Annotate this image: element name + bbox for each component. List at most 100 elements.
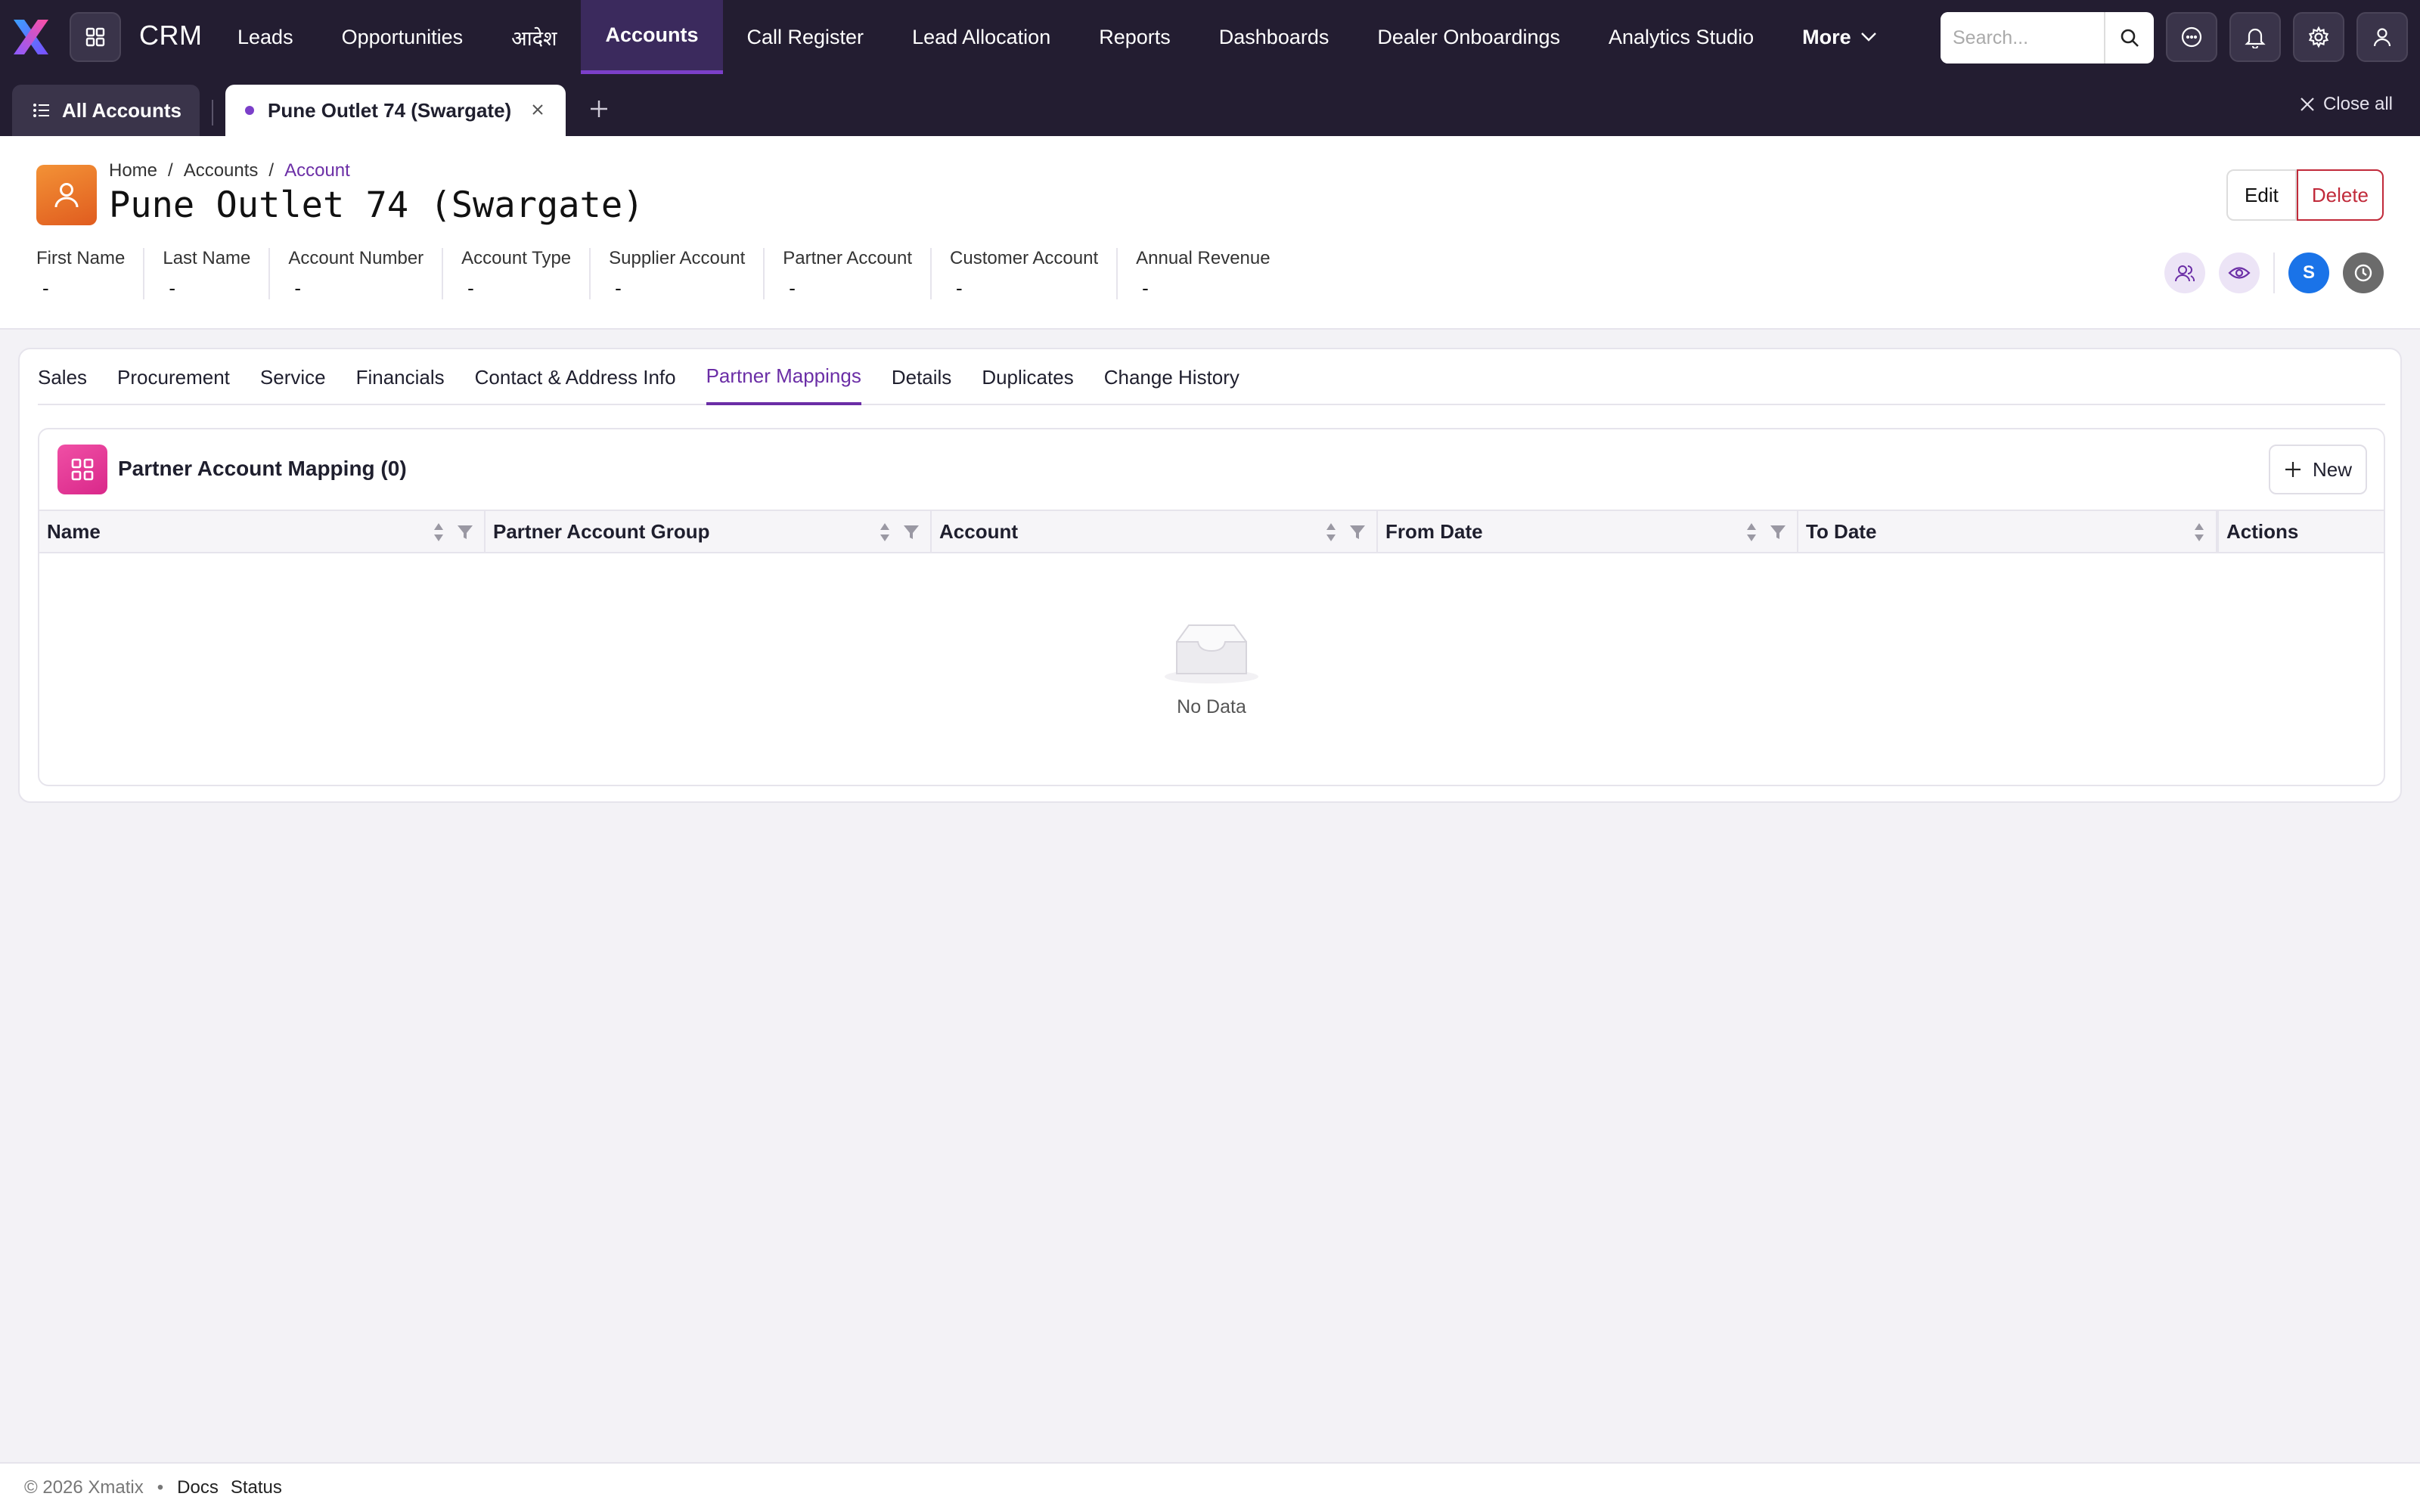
clock-icon (2354, 264, 2372, 282)
nav-item-dashboards[interactable]: Dashboards (1195, 0, 1354, 74)
nav-item-analytics-studio[interactable]: Analytics Studio (1584, 0, 1778, 74)
field-label: Customer Account (950, 248, 1099, 268)
breadcrumb-separator: / (168, 160, 173, 181)
delete-button[interactable]: Delete (2296, 169, 2384, 221)
tab-financials[interactable]: Financials (356, 349, 445, 405)
settings-button[interactable] (2293, 12, 2344, 62)
tab-service[interactable]: Service (260, 349, 326, 405)
nav-item-reports[interactable]: Reports (1075, 0, 1195, 74)
app-logo-icon[interactable] (11, 17, 51, 57)
breadcrumb-accounts[interactable]: Accounts (184, 160, 259, 181)
bell-icon (2245, 28, 2266, 48)
nav-item-dealer-onboardings[interactable]: Dealer Onboardings (1353, 0, 1584, 74)
empty-state-text: No Data (1177, 696, 1246, 717)
field-supplier-account: Supplier Account - (609, 248, 765, 299)
activity-history-button[interactable] (2343, 253, 2384, 293)
messages-button[interactable] (2166, 12, 2217, 62)
field-value: - (42, 277, 49, 299)
user-icon (54, 183, 79, 208)
page-title: Pune Outlet 74 (Swargate) (109, 184, 644, 226)
nav-item-call-register[interactable]: Call Register (723, 0, 889, 74)
field-account-number: Account Number - (288, 248, 444, 299)
assign-button[interactable] (2164, 253, 2205, 293)
document-tab-strip: All Accounts Pune Outlet 74 (Swargate) (0, 74, 2420, 136)
page-footer: © 2026 Xmatix • Docs Status (0, 1462, 2420, 1512)
filter-icon[interactable] (903, 524, 920, 541)
search-button[interactable] (2104, 12, 2154, 64)
tab-contact-address-info[interactable]: Contact & Address Info (475, 349, 676, 405)
main-nav: Leads Opportunities आदेश Accounts Call R… (213, 0, 1901, 74)
nav-item-lead-allocation[interactable]: Lead Allocation (888, 0, 1075, 74)
filter-icon[interactable] (1770, 524, 1786, 541)
tab-details[interactable]: Details (892, 349, 951, 405)
eye-icon (2228, 267, 2251, 279)
new-mapping-button[interactable]: New (2268, 445, 2367, 494)
partner-mapping-panel: Partner Account Mapping (0) New Name Par… (38, 428, 2385, 786)
sort-icon[interactable] (1325, 522, 1337, 543)
close-all-tabs-button[interactable]: Close all (2299, 94, 2393, 115)
field-value: - (615, 277, 622, 299)
column-header-actions: Actions (2219, 511, 2384, 552)
sort-icon[interactable] (433, 522, 445, 543)
breadcrumb-home[interactable]: Home (109, 160, 157, 181)
user-icon (2373, 28, 2391, 47)
tab-change-history[interactable]: Change History (1104, 349, 1239, 405)
close-icon (2301, 98, 2314, 111)
column-header-partner-account-group[interactable]: Partner Account Group (486, 511, 932, 552)
nav-item-leads[interactable]: Leads (213, 0, 318, 74)
search-icon (2121, 29, 2139, 47)
search-input[interactable] (1941, 12, 2104, 64)
tab-all-accounts-label: All Accounts (62, 98, 182, 122)
field-annual-revenue: Annual Revenue - (1136, 248, 1288, 299)
tab-all-accounts[interactable]: All Accounts (12, 85, 200, 136)
profile-button[interactable] (2356, 12, 2408, 62)
column-header-to-date[interactable]: To Date (1798, 511, 2219, 552)
tab-partner-mappings[interactable]: Partner Mappings (706, 349, 861, 405)
record-header: Home / Accounts / Account Pune Outlet 74… (0, 136, 2420, 330)
filter-icon[interactable] (1349, 524, 1366, 541)
add-tab-icon[interactable] (588, 98, 610, 119)
field-label: Account Number (288, 248, 424, 268)
tab-divider (212, 100, 213, 125)
app-name: CRM (139, 20, 203, 51)
tab-open-account[interactable]: Pune Outlet 74 (Swargate) (225, 85, 566, 136)
edit-button[interactable]: Edit (2226, 169, 2297, 221)
icon-divider (2273, 253, 2275, 293)
nav-more-menu[interactable]: More (1778, 0, 1901, 74)
column-label: Partner Account Group (493, 519, 710, 543)
nav-item-opportunities[interactable]: Opportunities (318, 0, 488, 74)
nav-item-accounts[interactable]: Accounts (581, 0, 723, 74)
account-avatar (36, 165, 97, 225)
notifications-button[interactable] (2229, 12, 2281, 62)
column-header-account[interactable]: Account (932, 511, 1378, 552)
column-header-from-date[interactable]: From Date (1378, 511, 1798, 552)
footer-link-status[interactable]: Status (231, 1477, 282, 1498)
follow-button[interactable] (2219, 253, 2260, 293)
field-value: - (789, 277, 796, 299)
field-label: First Name (36, 248, 126, 268)
chat-icon (2181, 26, 2202, 48)
user-avatar[interactable]: S (2288, 253, 2329, 293)
close-tab-icon[interactable] (529, 101, 546, 118)
tab-procurement[interactable]: Procurement (117, 349, 230, 405)
column-label: To Date (1806, 519, 1877, 543)
sort-icon[interactable] (879, 522, 891, 543)
record-tabs: Sales Procurement Service Financials Con… (38, 349, 2385, 405)
tab-sales[interactable]: Sales (38, 349, 87, 405)
footer-link-docs[interactable]: Docs (177, 1477, 219, 1498)
filter-icon[interactable] (457, 524, 473, 541)
field-value: - (956, 277, 963, 299)
users-icon (2175, 265, 2195, 282)
column-header-name[interactable]: Name (39, 511, 486, 552)
nav-item-orders[interactable]: आदेश (487, 0, 581, 74)
sort-icon[interactable] (1745, 522, 1758, 543)
app-switcher-button[interactable] (70, 12, 121, 62)
column-label: From Date (1385, 519, 1483, 543)
summary-fields: First Name - Last Name - Account Number … (36, 248, 1307, 299)
copyright-text: © 2026 Xmatix (24, 1477, 144, 1498)
new-button-label: New (2312, 457, 2352, 481)
column-label: Account (939, 519, 1018, 543)
table-header: Name Partner Account Group Account From … (39, 510, 2384, 553)
tab-duplicates[interactable]: Duplicates (982, 349, 1073, 405)
sort-icon[interactable] (2193, 522, 2205, 543)
